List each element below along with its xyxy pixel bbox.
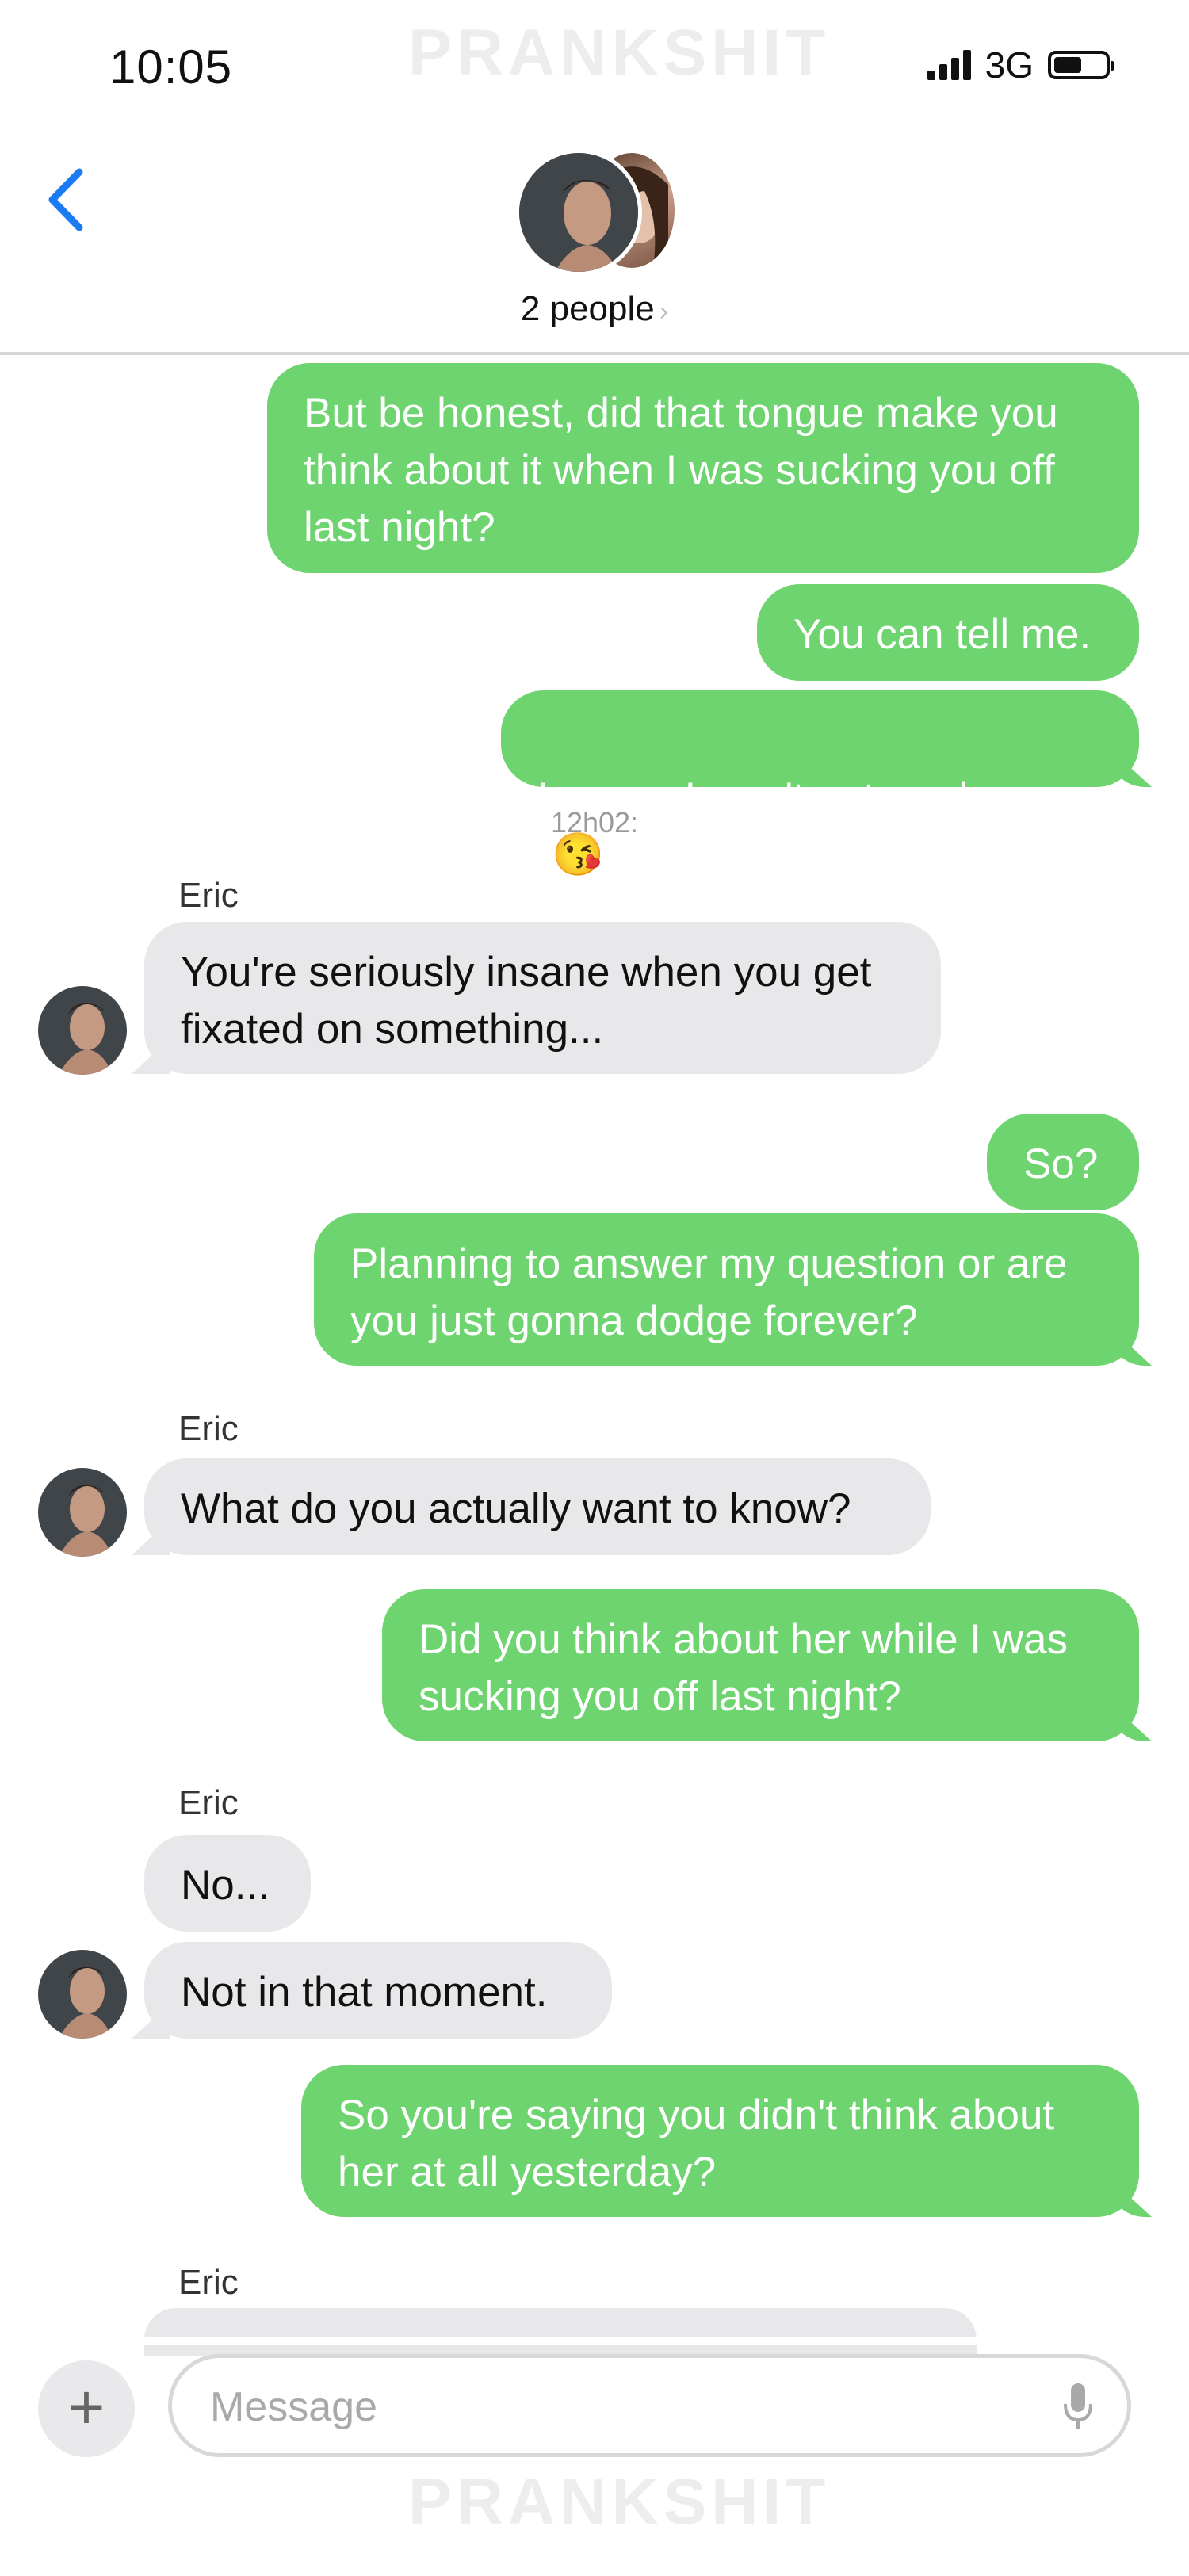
add-attachment-button[interactable]: + <box>38 2360 135 2457</box>
message-bubble-sent[interactable]: I swear I won't get mad... 😘 <box>501 690 1139 878</box>
signal-icon <box>927 50 971 80</box>
message-bubble-received[interactable]: What do you actually want to know? <box>144 1458 931 1555</box>
message-bubble-sent[interactable]: But be honest, did that tongue make you … <box>267 363 1139 573</box>
watermark-top: PRANKSHIT <box>408 17 831 89</box>
message-bubble-sent[interactable]: So you're saying you didn't think about … <box>301 2065 1139 2217</box>
message-bubble-sent[interactable]: Planning to answer my question or are yo… <box>314 1213 1139 1366</box>
sender-name: Eric <box>178 1783 239 1822</box>
message-bubble-received-partial[interactable] <box>144 2308 977 2356</box>
status-time: 10:05 <box>109 40 233 94</box>
message-bubble-sent[interactable]: You can tell me. <box>757 584 1139 681</box>
avatar-eric <box>38 1950 127 2039</box>
composer-backdrop <box>0 2337 1189 2345</box>
message-timestamp: 12h02: <box>550 806 639 839</box>
chevron-right-icon: › <box>659 296 669 327</box>
avatar-man <box>515 149 642 276</box>
battery-icon <box>1048 51 1114 79</box>
message-bubble-received[interactable]: Not in that moment. <box>144 1942 612 2039</box>
message-bubble-received[interactable]: You're seriously insane when you get fix… <box>144 922 941 1074</box>
header-divider <box>0 352 1189 355</box>
message-bubble-received[interactable]: No... <box>144 1835 311 1932</box>
message-input-placeholder: Message <box>210 2384 377 2430</box>
sender-name: Eric <box>178 2263 239 2302</box>
conversation-title-text: 2 people <box>520 289 655 328</box>
status-indicators: 3G <box>927 44 1114 86</box>
network-label: 3G <box>984 44 1034 86</box>
avatar-eric <box>38 986 127 1075</box>
chevron-left-icon <box>48 168 83 231</box>
sender-name: Eric <box>178 876 239 915</box>
group-avatar[interactable] <box>515 149 682 276</box>
message-bubble-sent[interactable]: Did you think about her while I was suck… <box>382 1589 1139 1741</box>
sender-name: Eric <box>178 1409 239 1448</box>
back-button[interactable] <box>40 162 95 238</box>
message-input[interactable]: Message <box>168 2354 1131 2457</box>
avatar-eric <box>38 1468 127 1557</box>
message-bubble-sent[interactable]: So? <box>987 1114 1139 1210</box>
plus-icon: + <box>67 2372 105 2442</box>
microphone-icon[interactable] <box>1062 2382 1094 2433</box>
watermark-bottom: PRANKSHIT <box>408 2466 831 2538</box>
conversation-title[interactable]: 2 people › <box>0 289 1189 329</box>
